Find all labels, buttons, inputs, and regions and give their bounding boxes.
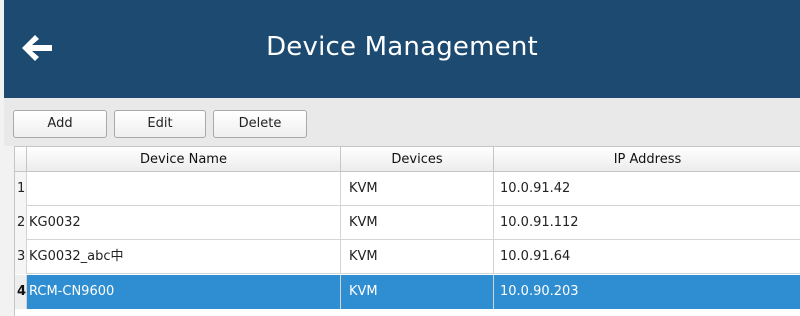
- device-name-cell: KG0032: [27, 206, 341, 240]
- add-button[interactable]: Add: [13, 110, 107, 138]
- ip-address-cell: 10.0.91.42: [500, 181, 571, 196]
- devices-cell: KVM: [341, 275, 494, 309]
- column-header-devices[interactable]: Devices: [341, 147, 494, 172]
- ip-address-cell: 10.0.91.64: [500, 249, 571, 264]
- table-row[interactable]: 2 KG0032 KVM 10.0.91.112: [15, 206, 800, 240]
- row-number: 2: [15, 206, 27, 240]
- row-number: 1: [15, 172, 27, 206]
- devices-cell: KVM: [341, 206, 494, 240]
- ip-address-cell: 10.0.91.112: [500, 215, 579, 230]
- table-header: Device Name Devices IP Address: [15, 146, 800, 172]
- device-name-cell: [27, 172, 341, 206]
- row-number: 4: [15, 275, 27, 309]
- page-title: Device Management: [266, 32, 538, 62]
- column-header-device-name[interactable]: Device Name: [27, 147, 341, 172]
- devices-cell: KVM: [341, 172, 494, 206]
- ip-address-cell: 10.0.90.203: [494, 275, 800, 309]
- title-bar: Device Management: [4, 0, 800, 98]
- row-number: 3: [15, 240, 27, 274]
- table-row[interactable]: 1 KVM 10.0.91.42: [15, 172, 800, 206]
- table-row[interactable]: 3 KG0032_abc中 KVM 10.0.91.64: [15, 240, 800, 274]
- delete-button[interactable]: Delete: [213, 110, 307, 138]
- device-name-cell: KG0032_abc中: [27, 240, 341, 274]
- row-number-header: [15, 147, 27, 172]
- edit-button[interactable]: Edit: [114, 110, 206, 138]
- devices-cell: KVM: [341, 240, 494, 274]
- device-name-cell: RCM-CN9600: [27, 275, 341, 309]
- table-row-selected[interactable]: 4 RCM-CN9600 KVM 10.0.90.203: [15, 275, 800, 309]
- toolbar: Add Edit Delete: [4, 98, 800, 146]
- device-table: Device Name Devices IP Address 1 KVM 10.…: [14, 146, 800, 316]
- column-header-ip-address[interactable]: IP Address: [494, 147, 800, 172]
